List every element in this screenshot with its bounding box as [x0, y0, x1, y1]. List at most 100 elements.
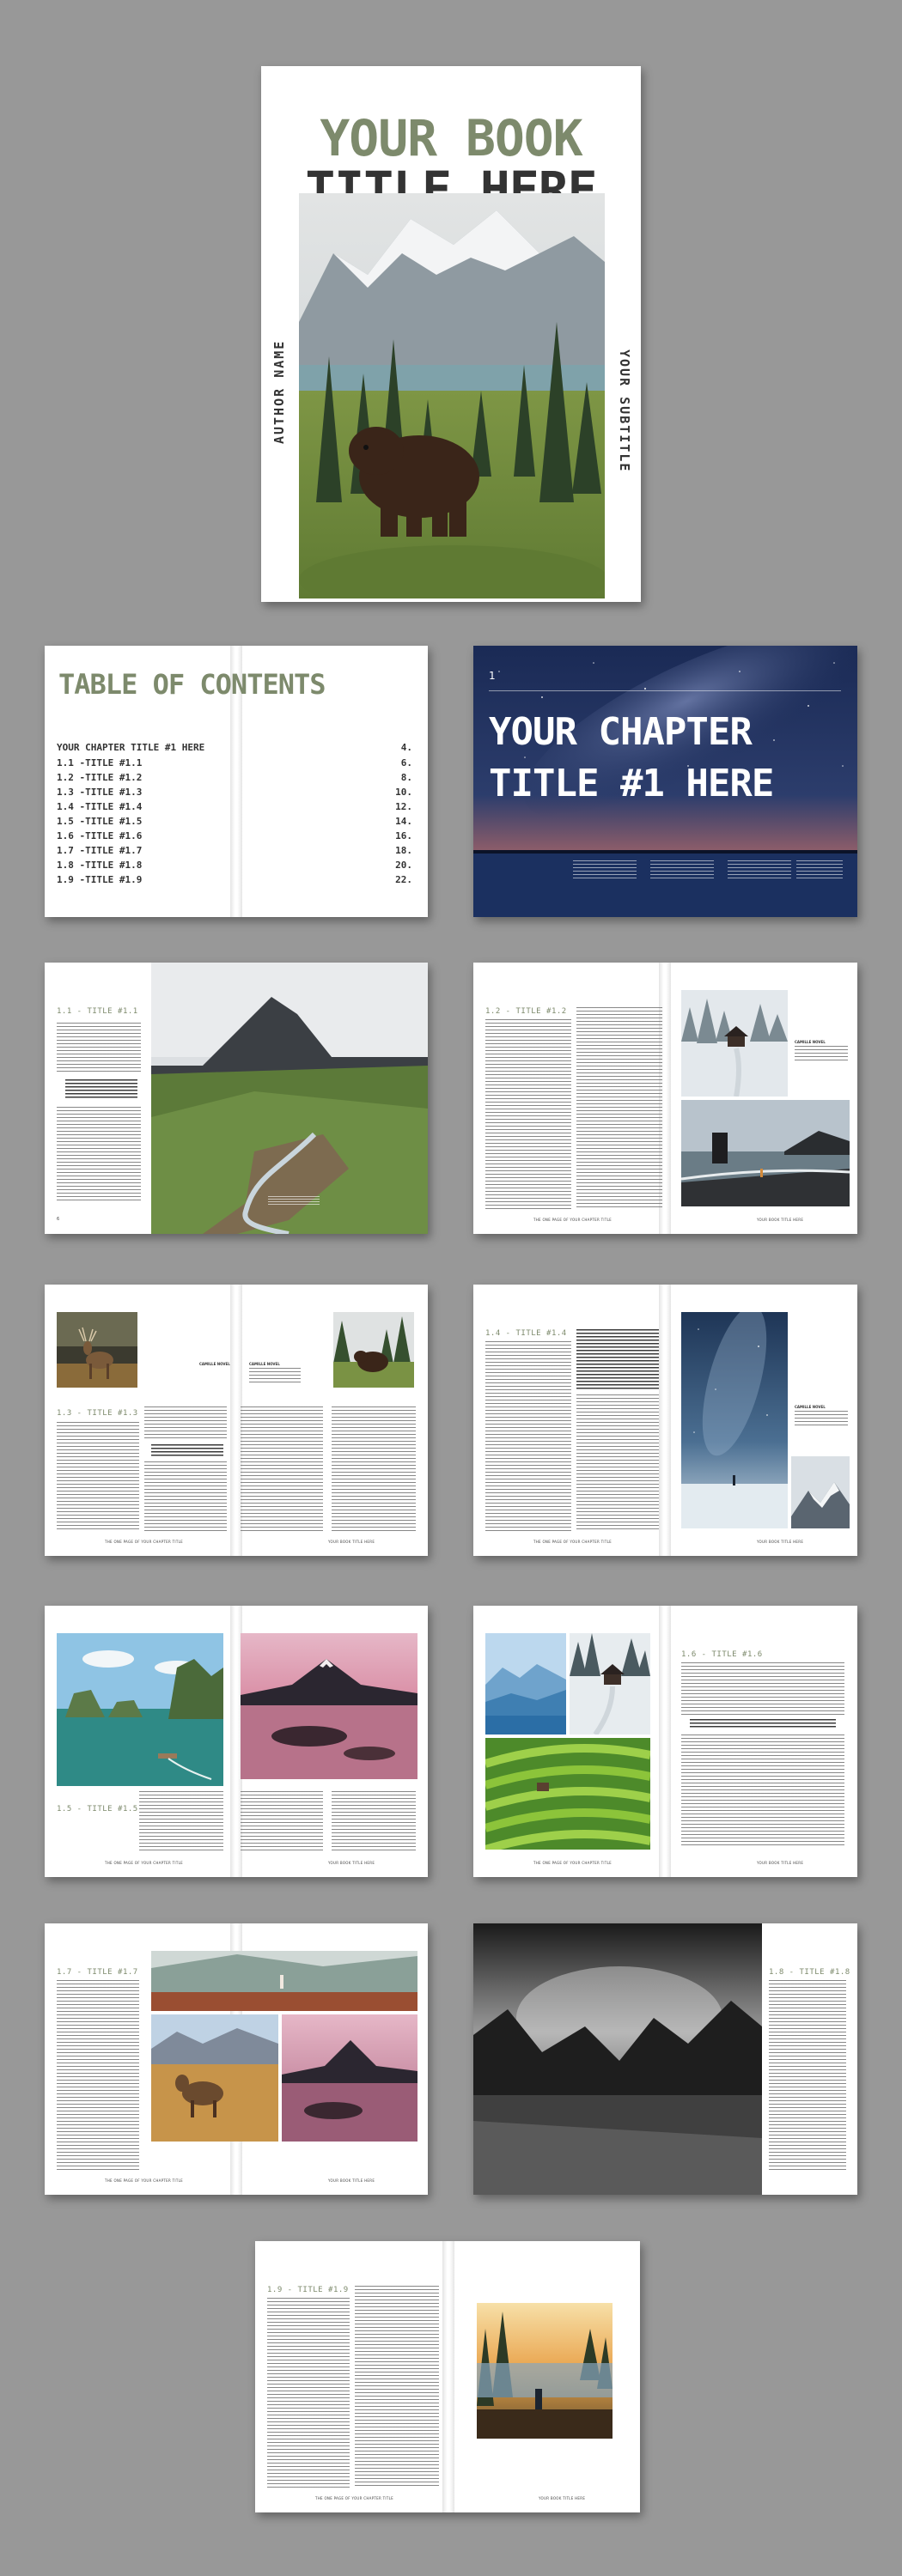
body-text — [144, 1406, 227, 1441]
body-text — [681, 1735, 844, 1846]
chapter-intro-text — [650, 860, 714, 881]
footer-left: THE ONE PAGE OF YOUR CHAPTER TITLE — [533, 1861, 612, 1865]
bear-forest-photo — [333, 1312, 414, 1388]
section-heading: 1.1 - TITLE #1.1 — [57, 1007, 138, 1016]
section-heading: 1.8 - TITLE #1.8 — [769, 1968, 850, 1977]
milky-way-photo — [681, 1312, 788, 1528]
body-text — [332, 1406, 416, 1532]
photo-caption-title: CAMILLE NOVEL — [199, 1362, 230, 1366]
rice-terrace-photo — [485, 1738, 650, 1850]
blue-mountain-photo — [485, 1633, 566, 1735]
spread-1-9: 1.9 - TITLE #1.9 THE ONE PAGE OF YOUR CH… — [255, 2241, 640, 2512]
body-text-bold — [65, 1079, 137, 1100]
chapter-intro-text — [573, 860, 637, 881]
body-text — [57, 1023, 141, 1074]
body-text — [576, 1394, 659, 1532]
footer-right: YOUR BOOK TITLE HERE — [539, 2496, 586, 2500]
horse-photo — [151, 2014, 278, 2142]
chapter-intro-text — [728, 860, 791, 881]
spread-1-2: 1.2 - TITLE #1.2 CAMILLE NOVEL THE ONE P… — [473, 963, 857, 1234]
pink-mountain-photo — [282, 2014, 417, 2142]
body-text-bold — [576, 1329, 659, 1391]
page-number: 6 — [57, 1217, 60, 1222]
deer-photo — [57, 1312, 137, 1388]
body-text — [57, 1107, 141, 1201]
body-text — [576, 1007, 662, 1210]
footer-right: YOUR BOOK TITLE HERE — [328, 1540, 375, 1544]
mountain-valley-photo — [151, 963, 428, 1234]
spread-1-8: 1.8 - TITLE #1.8 — [473, 1923, 857, 2195]
bear-photo — [299, 193, 605, 598]
footer-left: THE ONE PAGE OF YOUR CHAPTER TITLE — [315, 2496, 393, 2500]
toc-entry[interactable]: 1.7 -TITLE #1.7 18. — [57, 845, 412, 859]
section-heading: 1.7 - TITLE #1.7 — [57, 1968, 138, 1977]
body-text — [355, 2286, 439, 2488]
photo-caption-text — [268, 1196, 320, 1206]
spread-1-4: 1.4 - TITLE #1.4 CAMILLE NOVEL THE ONE P… — [473, 1285, 857, 1556]
toc-entry[interactable]: 1.2 -TITLE #1.2 8. — [57, 772, 412, 786]
body-text — [267, 2298, 350, 2488]
chapter-title-line2: TITLE #1 HERE — [489, 762, 774, 805]
toc-entry[interactable]: 1.9 -TITLE #1.9 22. — [57, 874, 412, 888]
lake-hiker-photo — [477, 2303, 613, 2439]
section-heading: 1.6 - TITLE #1.6 — [681, 1650, 763, 1659]
chapter-number: 1 — [489, 670, 496, 682]
toc-entry[interactable]: YOUR CHAPTER TITLE #1 HERE 4. — [57, 742, 412, 756]
chapter-intro-text — [796, 860, 843, 881]
spread-1-3: CAMILLE NOVEL CAMILLE NOVEL 1.3 - TITLE … — [45, 1285, 428, 1556]
sea-stack-photo — [681, 1100, 850, 1206]
cover-page: YOUR BOOK TITLE HERE AUTHOR NAME YOUR SU… — [261, 66, 641, 602]
footer-right: YOUR BOOK TITLE HERE — [757, 1218, 804, 1222]
body-text — [57, 1422, 139, 1532]
toc-entry[interactable]: 1.6 -TITLE #1.6 16. — [57, 830, 412, 844]
section-heading: 1.3 - TITLE #1.3 — [57, 1409, 138, 1418]
photo-caption-title: CAMILLE NOVEL — [795, 1405, 826, 1409]
body-text — [485, 1019, 571, 1210]
footer-right: YOUR BOOK TITLE HERE — [328, 1861, 375, 1865]
snow-cabin-photo-2 — [570, 1633, 650, 1735]
cover-subtitle: YOUR SUBTITLE — [617, 349, 632, 473]
footer-left: THE ONE PAGE OF YOUR CHAPTER TITLE — [105, 1861, 183, 1865]
toc-entry[interactable]: 1.4 -TITLE #1.4 12. — [57, 801, 412, 815]
snow-cabin-photo — [681, 990, 788, 1097]
body-text — [241, 1791, 323, 1853]
section-heading: 1.9 - TITLE #1.9 — [267, 2286, 349, 2294]
section-heading: 1.5 - TITLE #1.5 — [57, 1805, 138, 1814]
body-text — [332, 1791, 416, 1853]
body-text — [139, 1791, 223, 1853]
toc-entry[interactable]: 1.5 -TITLE #1.5 14. — [57, 816, 412, 829]
pink-lake-photo — [241, 1633, 417, 1779]
chapter-rule — [489, 690, 841, 691]
cover-title-line1: YOUR BOOK — [320, 109, 582, 167]
body-text — [57, 1980, 139, 2171]
toc-entry[interactable]: 1.8 -TITLE #1.8 20. — [57, 860, 412, 873]
toc-page: TABLE OF CONTENTS YOUR CHAPTER TITLE #1 … — [45, 646, 428, 917]
footer-left: THE ONE PAGE OF YOUR CHAPTER TITLE — [533, 1540, 612, 1544]
photo-caption-title: CAMILLE NOVEL — [249, 1362, 280, 1366]
chapter-title-line1: YOUR CHAPTER — [489, 710, 753, 754]
footer-right: YOUR BOOK TITLE HERE — [757, 1540, 804, 1544]
footer-right: YOUR BOOK TITLE HERE — [328, 2178, 375, 2183]
toc-entry[interactable]: 1.3 -TITLE #1.3 10. — [57, 787, 412, 800]
photo-caption-title: CAMILLE NOVEL — [795, 1040, 826, 1044]
chapter-opener-page: 1 YOUR CHAPTER TITLE #1 HERE — [473, 646, 857, 917]
footer-left: THE ONE PAGE OF YOUR CHAPTER TITLE — [533, 1218, 612, 1222]
body-text-bold — [690, 1719, 836, 1729]
cover-author: AUTHOR NAME — [271, 339, 287, 444]
body-text — [681, 1662, 844, 1716]
photo-caption-text — [249, 1368, 301, 1383]
photo-caption-text — [795, 1046, 848, 1061]
spread-1-7: 1.7 - TITLE #1.7 THE ONE PAGE OF YOUR CH… — [45, 1923, 428, 2195]
desert-photo — [151, 1951, 417, 2011]
bw-mountains-photo — [473, 1923, 762, 2195]
spread-1-5: 1.5 - TITLE #1.5 THE ONE PAGE OF YOUR CH… — [45, 1606, 428, 1877]
snow-mountain-photo — [791, 1456, 850, 1528]
body-text — [241, 1406, 323, 1532]
toc-entry[interactable]: 1.1 -TITLE #1.1 6. — [57, 757, 412, 771]
body-text-bold — [151, 1444, 223, 1458]
footer-left: THE ONE PAGE OF YOUR CHAPTER TITLE — [105, 1540, 183, 1544]
body-text — [485, 1341, 571, 1532]
footer-left: THE ONE PAGE OF YOUR CHAPTER TITLE — [105, 2178, 183, 2183]
bay-islands-photo — [57, 1633, 223, 1786]
spread-1-1: 1.1 - TITLE #1.1 6 — [45, 963, 428, 1234]
